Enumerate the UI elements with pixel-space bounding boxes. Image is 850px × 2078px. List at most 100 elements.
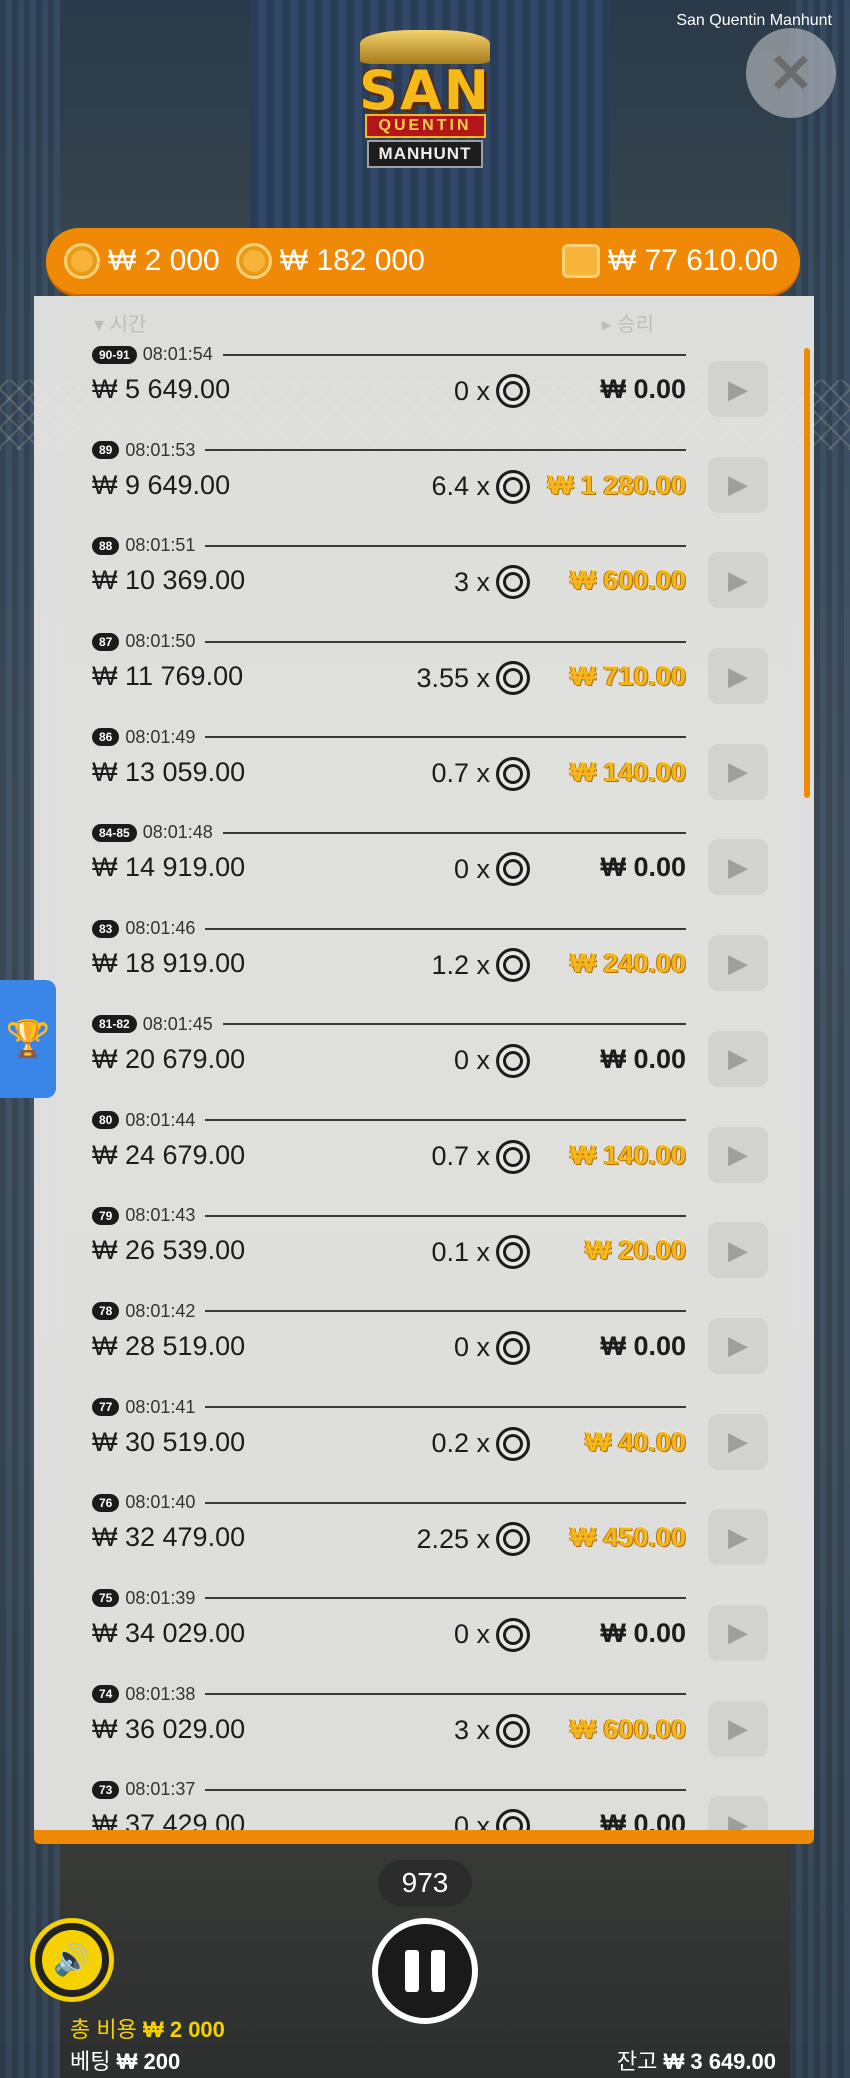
replay-button[interactable]: ▶ [708,935,768,992]
round-badge: 79 [92,1206,120,1225]
row-meta: 74 08:01:38 [92,1684,686,1705]
coin-icon [496,1235,530,1270]
sound-button[interactable]: 🔊 [30,1918,114,2002]
multiplier-value: 0.7 x [431,1141,490,1171]
column-header-win[interactable]: ▸ 승리 [602,308,654,337]
coin-icon [496,565,530,600]
play-icon: ▶ [728,1139,748,1169]
history-scrollbar[interactable] [804,348,810,798]
coin-icon [496,756,530,791]
multiplier-value: 3.55 x [416,662,490,693]
coin-icon [235,243,272,279]
round-badge: 87 [92,632,120,651]
play-icon: ▶ [728,756,748,787]
row-divider [222,1023,686,1026]
row-divider [205,1406,686,1409]
play-icon: ▶ [728,1521,748,1552]
replay-button[interactable]: ▶ [708,1604,768,1661]
replay-button[interactable]: ▶ [708,1126,768,1183]
replay-button[interactable]: ▶ [708,552,768,609]
row-time: 08:01:46 [125,918,196,939]
replay-button[interactable]: ▶ [708,743,768,800]
replay-button[interactable]: ▶ [708,1222,768,1279]
row-multiplier: 2.25 x [322,1522,530,1557]
wallet-value: ₩ 77 610.00 [607,244,778,277]
row-time: 08:01:49 [125,726,196,747]
replay-button[interactable]: ▶ [708,1509,768,1566]
wallet-icon [561,244,600,278]
replay-button[interactable]: ▶ [708,1700,768,1757]
replay-button[interactable]: ▶ [708,1317,768,1374]
row-divider [205,449,686,452]
close-button[interactable]: ✕ [746,28,836,118]
multiplier-value: 1.2 x [431,949,490,980]
row-time: 08:01:43 [125,1205,196,1226]
replay-button[interactable]: ▶ [708,456,768,513]
row-time: 08:01:41 [125,1396,196,1417]
row-multiplier: 0.2 x [322,1426,530,1461]
round-badge: 84-85 [92,823,137,842]
total-cost: 총 비용 ₩ 2 000 [70,2012,225,2044]
total-cost-value: ₩ 2 000 [142,2017,225,2042]
row-balance: ₩ 24 679.00 [92,1139,246,1170]
history-row: 77 08:01:41 ₩ 30 519.00 0.2 x ₩ 40.00 ▶ [92,1387,772,1483]
row-multiplier: 0.7 x [322,756,530,791]
coin-icon [496,374,530,408]
row-divider [205,1214,686,1217]
row-balance: ₩ 10 369.00 [92,565,246,596]
play-icon: ▶ [728,1330,748,1361]
row-win: ₩ 0.00 [600,1809,686,1830]
round-badge: 80 [92,1111,120,1129]
row-divider [205,1597,686,1600]
coin-icon [496,948,530,983]
window-title: San Quentin Manhunt [676,12,832,29]
row-meta: 78 08:01:42 [92,1301,686,1322]
coin-icon [64,243,100,279]
balance-value: ₩ 3 649.00 [663,2049,776,2074]
row-time: 08:01:37 [125,1779,196,1800]
stats-bar: ₩ 2 000 ₩ 182 000 ₩ 77 610.00 [46,228,800,294]
row-time: 08:01:40 [125,1492,196,1513]
coin-icon [496,1522,530,1557]
row-win: ₩ 0.00 [600,852,686,883]
row-meta: 84-85 08:01:48 [92,822,686,843]
history-row: 84-85 08:01:48 ₩ 14 919.00 0 x ₩ 0.00 ▶ [92,812,772,908]
row-meta: 87 08:01:50 [92,631,686,652]
history-row: 87 08:01:50 ₩ 11 769.00 3.55 x ₩ 710.00 … [92,621,772,717]
multiplier-value: 0 x [453,1332,490,1363]
replay-button[interactable]: ▶ [708,1413,768,1470]
coin-icon [496,852,530,887]
row-meta: 73 08:01:37 [92,1779,686,1800]
row-divider [205,1788,686,1791]
column-header-time[interactable]: ▾ 시간 [94,308,146,337]
replay-button[interactable]: ▶ [708,361,768,417]
row-divider [205,927,686,930]
replay-button[interactable]: ▶ [708,648,768,705]
play-icon: ▶ [728,469,748,500]
row-multiplier: 3 x [322,565,530,600]
coin-icon [496,1617,530,1652]
logo-text-san: SAN [359,59,491,122]
row-win: ₩ 0.00 [600,1043,686,1074]
multiplier-value: 0 x [453,1619,490,1650]
round-badge: 89 [92,441,120,460]
multiplier-value: 6.4 x [431,471,490,502]
replay-button[interactable]: ▶ [708,1796,768,1830]
history-row: 90-91 08:01:54 ₩ 5 649.00 0 x ₩ 0.00 ▶ [92,334,772,430]
pause-button[interactable] [372,1918,478,2024]
row-win: ₩ 1 280.00 [547,469,686,500]
row-divider [205,640,686,643]
history-row: 79 08:01:43 ₩ 26 539.00 0.1 x ₩ 20.00 ▶ [92,1195,772,1291]
history-row: 73 08:01:37 ₩ 37 429.00 0 x ₩ 0.00 ▶ [92,1769,772,1830]
replay-button[interactable]: ▶ [708,839,768,896]
history-row: 76 08:01:40 ₩ 32 479.00 2.25 x ₩ 450.00 … [92,1482,772,1578]
row-balance: ₩ 37 429.00 [92,1809,246,1830]
trophy-tab[interactable]: 🏆 [0,980,56,1098]
play-icon: ▶ [728,1043,748,1074]
history-list[interactable]: 90-91 08:01:54 ₩ 5 649.00 0 x ₩ 0.00 ▶ 8… [92,334,772,1830]
row-multiplier: 6.4 x [322,469,530,504]
row-meta: 86 08:01:49 [92,727,686,748]
bet-amount: 베팅 ₩ 200 [70,2044,180,2076]
replay-button[interactable]: ▶ [708,1030,768,1087]
row-win: ₩ 710.00 [570,661,686,692]
